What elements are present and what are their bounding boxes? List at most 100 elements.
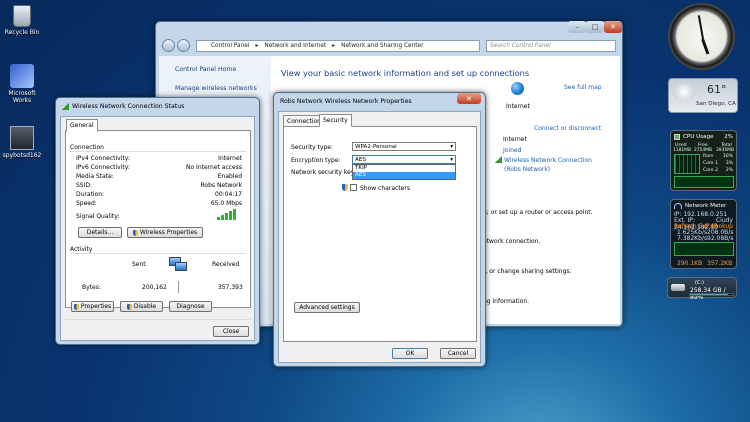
disable-button[interactable]: Disable xyxy=(120,301,163,312)
media-state-label: Media State: xyxy=(76,173,114,180)
network-graph xyxy=(674,242,734,256)
desktop-icon-recycle-bin[interactable]: Recycle Bin xyxy=(0,5,44,36)
weather-city: San Diego, CA xyxy=(696,101,736,107)
search-input[interactable]: Search Control Panel xyxy=(486,40,616,52)
divider xyxy=(70,151,246,152)
divider xyxy=(65,319,251,320)
cpu-graph xyxy=(674,154,700,174)
breadcrumb-control-panel[interactable]: Control Panel xyxy=(211,43,249,49)
forward-button[interactable] xyxy=(177,39,190,52)
download-rate-2: 92.08B/s xyxy=(707,235,734,242)
desktop-icon-microsoft-works[interactable]: Microsoft Works xyxy=(0,64,44,104)
cancel-button[interactable]: Cancel xyxy=(440,348,476,359)
breadcrumb-network-sharing[interactable]: Network and Sharing Center xyxy=(341,43,423,49)
bytes-sent-value: 200,162 xyxy=(142,284,167,291)
details-button[interactable]: Details... xyxy=(78,227,122,238)
maximize-button[interactable]: □ xyxy=(586,21,604,33)
minimize-button[interactable]: – xyxy=(568,21,586,33)
speed-label: Speed: xyxy=(76,200,97,207)
access-type-value: Internet xyxy=(503,136,527,143)
diagnose-button[interactable]: Diagnose xyxy=(169,301,212,312)
network-computers-icon xyxy=(167,256,189,274)
drive-gadget[interactable]: (C:) 258.34 GB / 89% xyxy=(667,277,737,301)
ok-button[interactable]: OK xyxy=(392,348,428,359)
core1-value: 3% xyxy=(725,161,733,166)
shield-icon xyxy=(132,229,138,236)
total-upload: 290.1KB xyxy=(677,260,703,267)
tab-general[interactable]: General xyxy=(66,119,98,132)
ipv4-value: Internet xyxy=(218,155,242,162)
sidebar-home-link[interactable]: Control Panel Home xyxy=(175,66,236,73)
chevron-down-icon: ▾ xyxy=(450,156,453,163)
close-button[interactable]: ✕ xyxy=(604,21,622,33)
connect-disconnect-link[interactable]: Connect or disconnect xyxy=(534,125,601,132)
sent-label: Sent xyxy=(132,261,146,268)
microsoft-works-icon xyxy=(10,64,34,88)
clock-gadget[interactable] xyxy=(668,3,735,70)
duration-label: Duration: xyxy=(76,191,105,198)
encryption-type-select[interactable]: AES ▾ xyxy=(352,155,456,164)
disable-label: Disable xyxy=(133,303,157,310)
ipv6-value: No Internet access xyxy=(185,164,242,171)
network-meter-gadget[interactable]: Network Meter IP: 192.168.0.251 Ext. IP:… xyxy=(670,199,737,269)
wifi-icon xyxy=(674,203,682,209)
cpu-gadget[interactable]: CPU Usage 2% Used Free Total 1181MB 2754… xyxy=(670,130,737,191)
weather-sun-icon xyxy=(673,84,695,100)
chevron-right-icon: ▸ xyxy=(332,43,336,49)
security-type-select[interactable]: WPA2-Personal ▾ xyxy=(352,142,456,151)
duration-value: 00:04:17 xyxy=(215,191,242,198)
spybot-icon xyxy=(10,126,34,150)
cpu-val-total: 3935MB xyxy=(716,148,734,153)
sidebar-manage-wireless-link[interactable]: Manage wireless networks xyxy=(175,85,257,92)
homegroup-value: Joined xyxy=(503,147,522,154)
dropdown-option-aes[interactable]: AES xyxy=(353,172,455,179)
dropdown-option-tkip[interactable]: TKIP xyxy=(353,165,455,172)
security-type-value: WPA2-Personal xyxy=(355,143,397,150)
signal-bar xyxy=(233,209,236,220)
task-text-4: ng information. xyxy=(483,298,530,305)
speed-value: 65.0 Mbps xyxy=(210,200,242,207)
signal-bar xyxy=(221,215,224,220)
properties-label: Properties xyxy=(80,303,112,310)
see-full-map-link[interactable]: See full map xyxy=(564,84,602,91)
encryption-dropdown-list: TKIP AES xyxy=(352,164,456,180)
status-title: Wireless Network Connection Status xyxy=(72,102,185,110)
encryption-type-value: AES xyxy=(355,156,366,163)
tab-security[interactable]: Security xyxy=(319,114,352,127)
signal-quality-bars xyxy=(217,208,237,220)
total-download: 357.2KB xyxy=(707,260,733,267)
shield-icon xyxy=(126,303,132,310)
properties-button[interactable]: Properties xyxy=(71,301,114,312)
desktop-icon-spybot[interactable]: spybotsd162 xyxy=(0,126,44,159)
advanced-settings-button[interactable]: Advanced settings xyxy=(294,302,360,313)
chevron-right-icon: ▸ xyxy=(255,43,259,49)
address-bar[interactable]: Control Panel ▸ Network and Internet ▸ Net… xyxy=(196,40,480,52)
close-dialog-button[interactable]: Close xyxy=(213,326,249,337)
ssid-value: Robs Network xyxy=(200,182,242,189)
breadcrumb-network-internet[interactable]: Network and Internet xyxy=(264,43,326,49)
divider xyxy=(70,253,246,254)
back-button[interactable] xyxy=(162,39,175,52)
clock-hour-hand xyxy=(701,38,710,55)
weather-temperature: 61° xyxy=(707,83,727,96)
weather-gadget[interactable]: 61° San Diego, CA xyxy=(668,78,738,113)
download-rate: 7.382Kb/s xyxy=(677,235,708,242)
encryption-type-label: Encryption type: xyxy=(291,157,341,164)
close-button[interactable]: ✕ xyxy=(457,93,481,104)
core2-value: 2% xyxy=(725,168,733,173)
task-text-1: n; or set up a router or access point. xyxy=(483,209,593,216)
ipv4-label: IPv4 Connectivity: xyxy=(76,155,130,162)
wireless-connection-link[interactable]: Wireless Network Connection xyxy=(504,157,592,164)
cpu-val-used: 1181MB xyxy=(673,148,691,153)
show-characters-checkbox[interactable] xyxy=(350,184,357,191)
status-tab-panel: Connection IPv4 Connectivity: Internet IP… xyxy=(65,130,251,308)
wireless-connection-sub[interactable]: (Robs Network) xyxy=(504,166,550,173)
page-title: View your basic network information and … xyxy=(281,68,530,78)
wireless-properties-button[interactable]: Wireless Properties xyxy=(127,227,203,238)
divider xyxy=(178,281,179,293)
clock-minute-hand xyxy=(697,15,704,40)
media-state-value: Enabled xyxy=(217,173,242,180)
signal-bar xyxy=(229,211,232,220)
status-titlebar: Wireless Network Connection Status xyxy=(56,98,259,114)
chevron-down-icon: ▾ xyxy=(450,143,453,150)
